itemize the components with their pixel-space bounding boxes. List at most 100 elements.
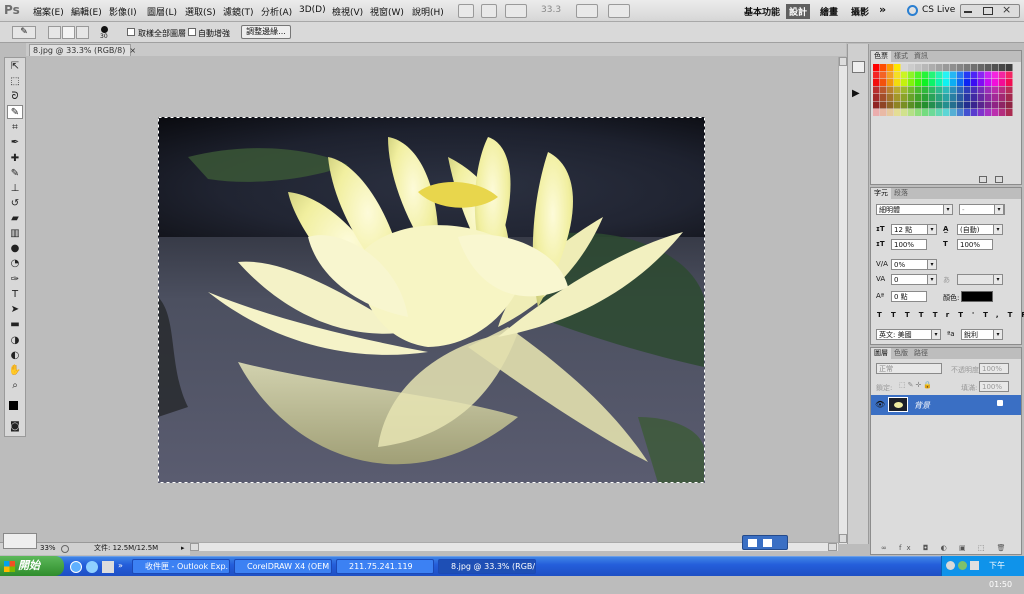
- marquee-tool-icon[interactable]: ⬚: [7, 75, 23, 89]
- swatch-cell[interactable]: [950, 101, 957, 109]
- language-select[interactable]: 英文: 美國: [876, 329, 938, 340]
- swatch-cell[interactable]: [964, 64, 971, 71]
- swatch-cell[interactable]: [1006, 94, 1013, 101]
- menu-image[interactable]: 影像(I): [109, 5, 137, 18]
- swatch-cell[interactable]: [964, 101, 971, 109]
- 3d-orbit-tool-icon[interactable]: ◐: [7, 349, 23, 363]
- swatch-cell[interactable]: [922, 86, 929, 94]
- swatch-cell[interactable]: [880, 101, 887, 109]
- swatch-cell[interactable]: [908, 79, 915, 86]
- swatch-cell[interactable]: [943, 109, 950, 116]
- swatch-cell[interactable]: [943, 79, 950, 86]
- swatch-cell[interactable]: [957, 86, 964, 94]
- swatch-cell[interactable]: [929, 71, 936, 79]
- swatch-cell[interactable]: [915, 64, 922, 71]
- language-dropdown-icon[interactable]: ▾: [931, 329, 941, 340]
- swatch-cell[interactable]: [908, 94, 915, 101]
- swatch-cell[interactable]: [887, 86, 894, 94]
- swatch-cell[interactable]: [1006, 64, 1013, 71]
- swatch-cell[interactable]: [929, 101, 936, 109]
- swatch-cell[interactable]: [873, 94, 880, 101]
- swatch-cell[interactable]: [999, 64, 1006, 71]
- swatch-cell[interactable]: [880, 64, 887, 71]
- vertical-scrollbar[interactable]: [838, 57, 847, 544]
- menu-edit[interactable]: 編輯(E): [71, 5, 102, 18]
- swatch-cell[interactable]: [922, 64, 929, 71]
- swatch-cell[interactable]: [873, 86, 880, 94]
- view-extras-icon[interactable]: [505, 4, 527, 18]
- swatch-cell[interactable]: [992, 101, 999, 109]
- tab-character[interactable]: 字元: [871, 188, 891, 199]
- font-family-dropdown-icon[interactable]: ▾: [943, 204, 953, 215]
- swatch-cell[interactable]: [950, 71, 957, 79]
- swatch-cell[interactable]: [908, 71, 915, 79]
- swatch-cell[interactable]: [971, 94, 978, 101]
- ie-icon[interactable]: [70, 561, 82, 573]
- 3d-rotate-tool-icon[interactable]: ◑: [7, 334, 23, 348]
- swatch-cell[interactable]: [992, 71, 999, 79]
- swatch-cell[interactable]: [936, 79, 943, 86]
- swatch-cell[interactable]: [971, 86, 978, 94]
- swatch-cell[interactable]: [971, 79, 978, 86]
- swatch-cell[interactable]: [915, 109, 922, 116]
- auto-enhance-checkbox[interactable]: [188, 28, 196, 36]
- text-style-buttons[interactable]: TTTTTrT'T,TF: [877, 311, 1024, 319]
- crop-tool-icon[interactable]: ⌗: [7, 121, 23, 135]
- swatch-cell[interactable]: [1006, 71, 1013, 79]
- bridge-icon[interactable]: [458, 4, 474, 18]
- swatch-cell[interactable]: [880, 71, 887, 79]
- swatch-cell[interactable]: [985, 109, 992, 116]
- swatch-cell[interactable]: [873, 64, 880, 71]
- swatch-cell[interactable]: [887, 109, 894, 116]
- history-brush-tool-icon[interactable]: ↺: [7, 197, 23, 211]
- swatch-cell[interactable]: [992, 64, 999, 71]
- tab-paragraph[interactable]: 段落: [891, 188, 911, 199]
- swatch-cell[interactable]: [1006, 101, 1013, 109]
- mini-view-icon[interactable]: [3, 533, 37, 549]
- menu-view[interactable]: 檢視(V): [332, 5, 363, 18]
- kerning-dropdown-icon[interactable]: ▾: [927, 259, 937, 270]
- horizontal-scale-field[interactable]: 100%: [957, 239, 993, 250]
- swatch-cell[interactable]: [999, 86, 1006, 94]
- new-swatch-icon[interactable]: [979, 176, 987, 183]
- vertical-scale-field[interactable]: 100%: [891, 239, 927, 250]
- swatch-cell[interactable]: [978, 86, 985, 94]
- menu-3d[interactable]: 3D(D): [299, 5, 326, 15]
- swatch-cell[interactable]: [985, 71, 992, 79]
- healing-brush-tool-icon[interactable]: ✚: [7, 152, 23, 166]
- swatch-cell[interactable]: [943, 101, 950, 109]
- tab-paths[interactable]: 路徑: [911, 348, 931, 359]
- quick-selection-tool-icon[interactable]: ✎: [7, 105, 23, 119]
- move-tool-icon[interactable]: ⇱: [7, 60, 23, 74]
- hand-tool-icon[interactable]: ✋: [7, 364, 23, 378]
- fill-field[interactable]: 100%: [979, 381, 1009, 392]
- blend-mode-select[interactable]: 正常: [876, 363, 942, 374]
- swatch-cell[interactable]: [936, 86, 943, 94]
- restore-icon[interactable]: [983, 7, 993, 15]
- swatch-cell[interactable]: [943, 71, 950, 79]
- layer-visibility-icon[interactable]: 👁: [875, 400, 885, 409]
- foreground-color-swatch[interactable]: [9, 401, 18, 410]
- swatch-cell[interactable]: [985, 64, 992, 71]
- mini-bridge-icon[interactable]: [481, 4, 497, 18]
- swatch-cell[interactable]: [1006, 79, 1013, 86]
- swatch-cell[interactable]: [943, 86, 950, 94]
- swatch-cell[interactable]: [915, 94, 922, 101]
- swatch-grid[interactable]: [873, 64, 1013, 118]
- outlook-icon[interactable]: [86, 561, 98, 573]
- menu-help[interactable]: 說明(H): [412, 5, 444, 18]
- swatch-cell[interactable]: [957, 79, 964, 86]
- menu-window[interactable]: 視窗(W): [370, 5, 404, 18]
- swatch-cell[interactable]: [894, 86, 901, 94]
- tray-icon-network[interactable]: [946, 561, 955, 570]
- swatch-cell[interactable]: [929, 109, 936, 116]
- delete-swatch-icon[interactable]: [995, 176, 1003, 183]
- swatch-cell[interactable]: [936, 109, 943, 116]
- swatch-cell[interactable]: [880, 79, 887, 86]
- swatch-cell[interactable]: [915, 86, 922, 94]
- scroll-down-icon[interactable]: [839, 534, 847, 543]
- swatch-cell[interactable]: [943, 94, 950, 101]
- tab-layers[interactable]: 圖層: [871, 348, 891, 359]
- swatch-cell[interactable]: [978, 109, 985, 116]
- swatch-cell[interactable]: [964, 86, 971, 94]
